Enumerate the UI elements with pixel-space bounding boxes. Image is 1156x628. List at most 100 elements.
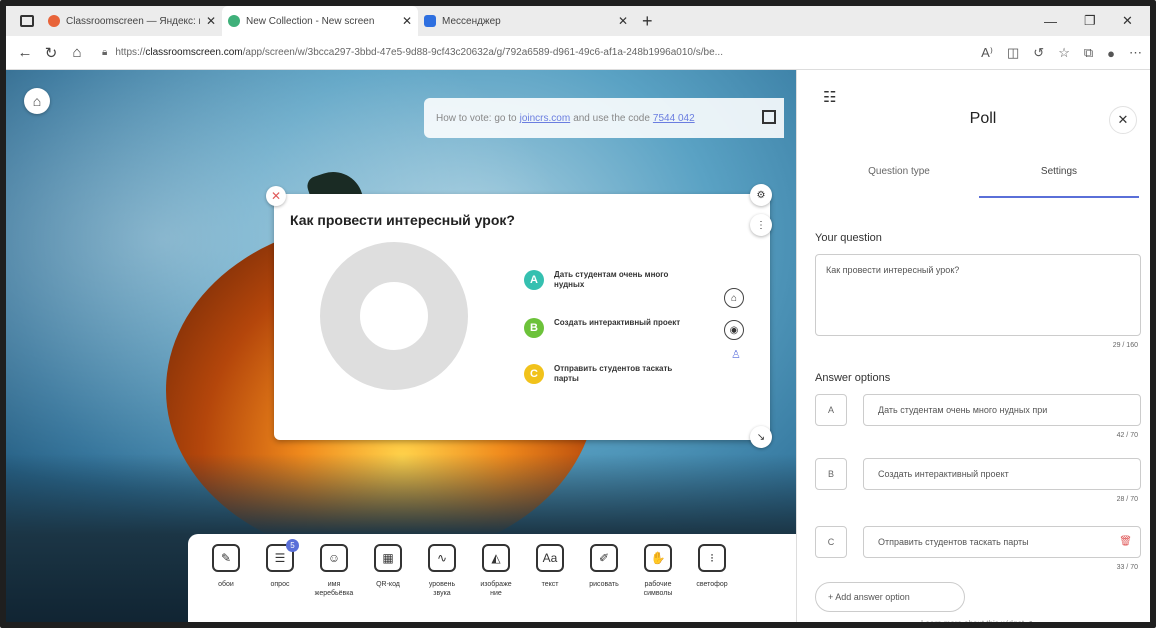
poll-question-title: Как провести интересный урок?	[290, 212, 515, 228]
option-badge: C	[524, 364, 544, 384]
dock-item-draw[interactable]: ✐ рисовать	[574, 544, 634, 589]
lock-icon[interactable]: ⌂	[724, 288, 744, 308]
traffic-light-icon: ⁝	[698, 544, 726, 572]
home-icon[interactable]: ⌂	[64, 44, 90, 61]
tab-close-icon[interactable]: ✕	[206, 14, 216, 28]
poll-results-donut	[320, 242, 468, 390]
person-icon[interactable]: ♙	[731, 348, 741, 361]
text-icon: Aa	[536, 544, 564, 572]
answer-letter-a: A	[815, 394, 847, 426]
panel-title: Poll	[969, 110, 997, 127]
lock-icon: 🔒︎	[102, 47, 108, 58]
vote-middle: and use the code	[573, 112, 650, 124]
url-path: /app/screen/w/3bcca297-3bbd-47e5-9d88-9c…	[242, 47, 723, 58]
vote-code-link[interactable]: 7544 042	[653, 113, 695, 124]
active-tab-indicator	[979, 196, 1139, 198]
new-tab-icon[interactable]: +	[642, 11, 653, 32]
dock-item-text[interactable]: Aa текст	[520, 544, 580, 589]
draw-pen-icon: ✐	[590, 544, 618, 572]
delete-answer-icon[interactable]: 🗑︎	[1119, 536, 1132, 547]
dock-item-name-picker[interactable]: ☺ имя жеребьёвка	[304, 544, 364, 598]
stage-home-button[interactable]: ⌂	[24, 88, 50, 114]
option-badge: A	[524, 270, 544, 290]
dock-item-poll[interactable]: ☰ 5 опрос	[250, 539, 310, 589]
favorites-star-icon[interactable]: ☆	[1058, 45, 1070, 61]
vote-banner: How to vote: go to joincrs.com and use t…	[424, 98, 784, 138]
poll-icon: ☰ 5	[266, 539, 299, 572]
tab-strip: Classroomscreen — Яндекс: на... ✕ New Co…	[6, 6, 1150, 36]
learn-more-link[interactable]: Learn more about this widget ↗	[797, 619, 1150, 622]
close-window-icon[interactable]: ✕	[1122, 6, 1133, 36]
question-label: Your question	[815, 232, 882, 244]
window-menu-icon[interactable]	[20, 15, 34, 27]
image-icon: ◭	[482, 544, 510, 572]
messenger-favicon-icon	[424, 15, 436, 27]
option-text: Создать интерактивный проект	[554, 318, 681, 327]
tab-actions-icon[interactable]: ◫	[1007, 45, 1019, 61]
eye-icon[interactable]: ◉	[724, 320, 744, 340]
address-bar[interactable]: 🔒︎ https://classroomscreen.com/app/scree…	[102, 47, 792, 58]
dock-label: рисовать	[589, 581, 619, 588]
dock-item-sound-level[interactable]: ∿ уровень звука	[412, 544, 472, 598]
dock-item-image[interactable]: ◭ изображе ние	[466, 544, 526, 598]
answer-b-counter: 28 / 70	[1116, 496, 1138, 503]
poll-option-a: A Дать студентам очень много нудных	[524, 270, 684, 290]
dock-item-work-symbols[interactable]: ✋ рабочие символы	[628, 544, 688, 598]
answer-c-value: Отправить студентов таскать парты	[878, 537, 1029, 547]
qr-code-icon[interactable]	[762, 110, 776, 124]
classroom-stage: ⌂ How to vote: go to joincrs.com and use…	[6, 70, 796, 622]
panel-close-button[interactable]: ✕	[1109, 106, 1137, 134]
dock-item-qr-code[interactable]: ▦ QR-код	[358, 544, 418, 589]
collections-icon[interactable]: ⧉	[1084, 45, 1093, 61]
tab-messenger[interactable]: Мессенджер ✕	[418, 6, 634, 36]
poll-widget[interactable]: ✕ Как провести интересный урок? A Дать с…	[266, 184, 772, 448]
answer-input-c[interactable]: Отправить студентов таскать парты 🗑︎	[863, 526, 1141, 558]
tab-settings[interactable]: Settings	[979, 166, 1139, 177]
vote-site-link[interactable]: joincrs.com	[520, 113, 571, 124]
poll-option-b: B Создать интерактивный проект	[524, 318, 684, 338]
poll-panel-icon: ☷	[823, 89, 837, 106]
reload-icon[interactable]: ↻	[38, 44, 64, 62]
qr-code-icon: ▦	[374, 544, 402, 572]
dock-item-traffic-light[interactable]: ⁝ светофор	[682, 544, 742, 589]
add-answer-option-button[interactable]: + Add answer option	[815, 582, 965, 612]
tab-label: Мессенджер	[442, 15, 501, 27]
widget-resize-icon[interactable]: ↘	[750, 426, 772, 448]
read-aloud-icon[interactable]: A⁾	[981, 45, 993, 61]
tab-label: Classroomscreen — Яндекс: на...	[66, 15, 200, 27]
widget-close-button[interactable]: ✕	[266, 186, 286, 206]
dock-label: имя жеребьёвка	[314, 581, 354, 597]
widget-menu-dots-icon[interactable]: ⋮	[750, 214, 772, 236]
question-char-counter: 29 / 160	[1112, 342, 1138, 349]
work-symbols-icon: ✋	[644, 544, 672, 572]
dock-item-background[interactable]: ✎ обои	[196, 544, 256, 589]
tab-classroomscreen[interactable]: Classroomscreen — Яндекс: на... ✕	[42, 6, 222, 36]
profile-icon[interactable]: ●	[1107, 46, 1115, 61]
refresh-extension-icon[interactable]: ↺	[1033, 45, 1044, 61]
poll-settings-panel: ☷ Poll ✕ Question type Settings Your que…	[796, 70, 1150, 622]
url-prefix: https://	[115, 47, 146, 58]
question-textarea[interactable]: Как провести интересный урок?	[815, 254, 1141, 336]
back-arrow-icon[interactable]: ←	[12, 44, 38, 61]
url-domain: classroomscreen.com	[145, 47, 243, 58]
answer-input-b[interactable]: Создать интерактивный проект	[863, 458, 1141, 490]
option-text: Дать студентам очень много нудных	[554, 270, 669, 289]
tab-new-collection[interactable]: New Collection - New screen ✕	[222, 6, 418, 36]
tab-question-type[interactable]: Question type	[819, 166, 979, 177]
poll-option-c: C Отправить студентов таскать парты	[524, 364, 684, 384]
restore-icon[interactable]: ❐	[1084, 6, 1096, 36]
widget-settings-gear-icon[interactable]: ⚙	[750, 184, 772, 206]
answer-input-a[interactable]: Дать студентам очень много нудных при	[863, 394, 1141, 426]
tab-close-icon[interactable]: ✕	[618, 14, 628, 28]
minimize-icon[interactable]: —	[1044, 6, 1057, 36]
widget-dock: ✎ обои ☰ 5 опрос ☺ имя жеребьёвка ▦ QR-ко…	[188, 534, 796, 622]
answer-letter-c: C	[815, 526, 847, 558]
more-menu-icon[interactable]: ⋯	[1129, 45, 1142, 61]
tab-close-icon[interactable]: ✕	[402, 14, 412, 28]
dock-label: рабочие символы	[643, 581, 673, 597]
tab-label: New Collection - New screen	[246, 15, 375, 27]
classroomscreen-favicon-icon	[228, 15, 240, 27]
option-badge: B	[524, 318, 544, 338]
dock-label: опрос	[270, 581, 290, 588]
browser-window: Classroomscreen — Яндекс: на... ✕ New Co…	[0, 0, 1156, 628]
